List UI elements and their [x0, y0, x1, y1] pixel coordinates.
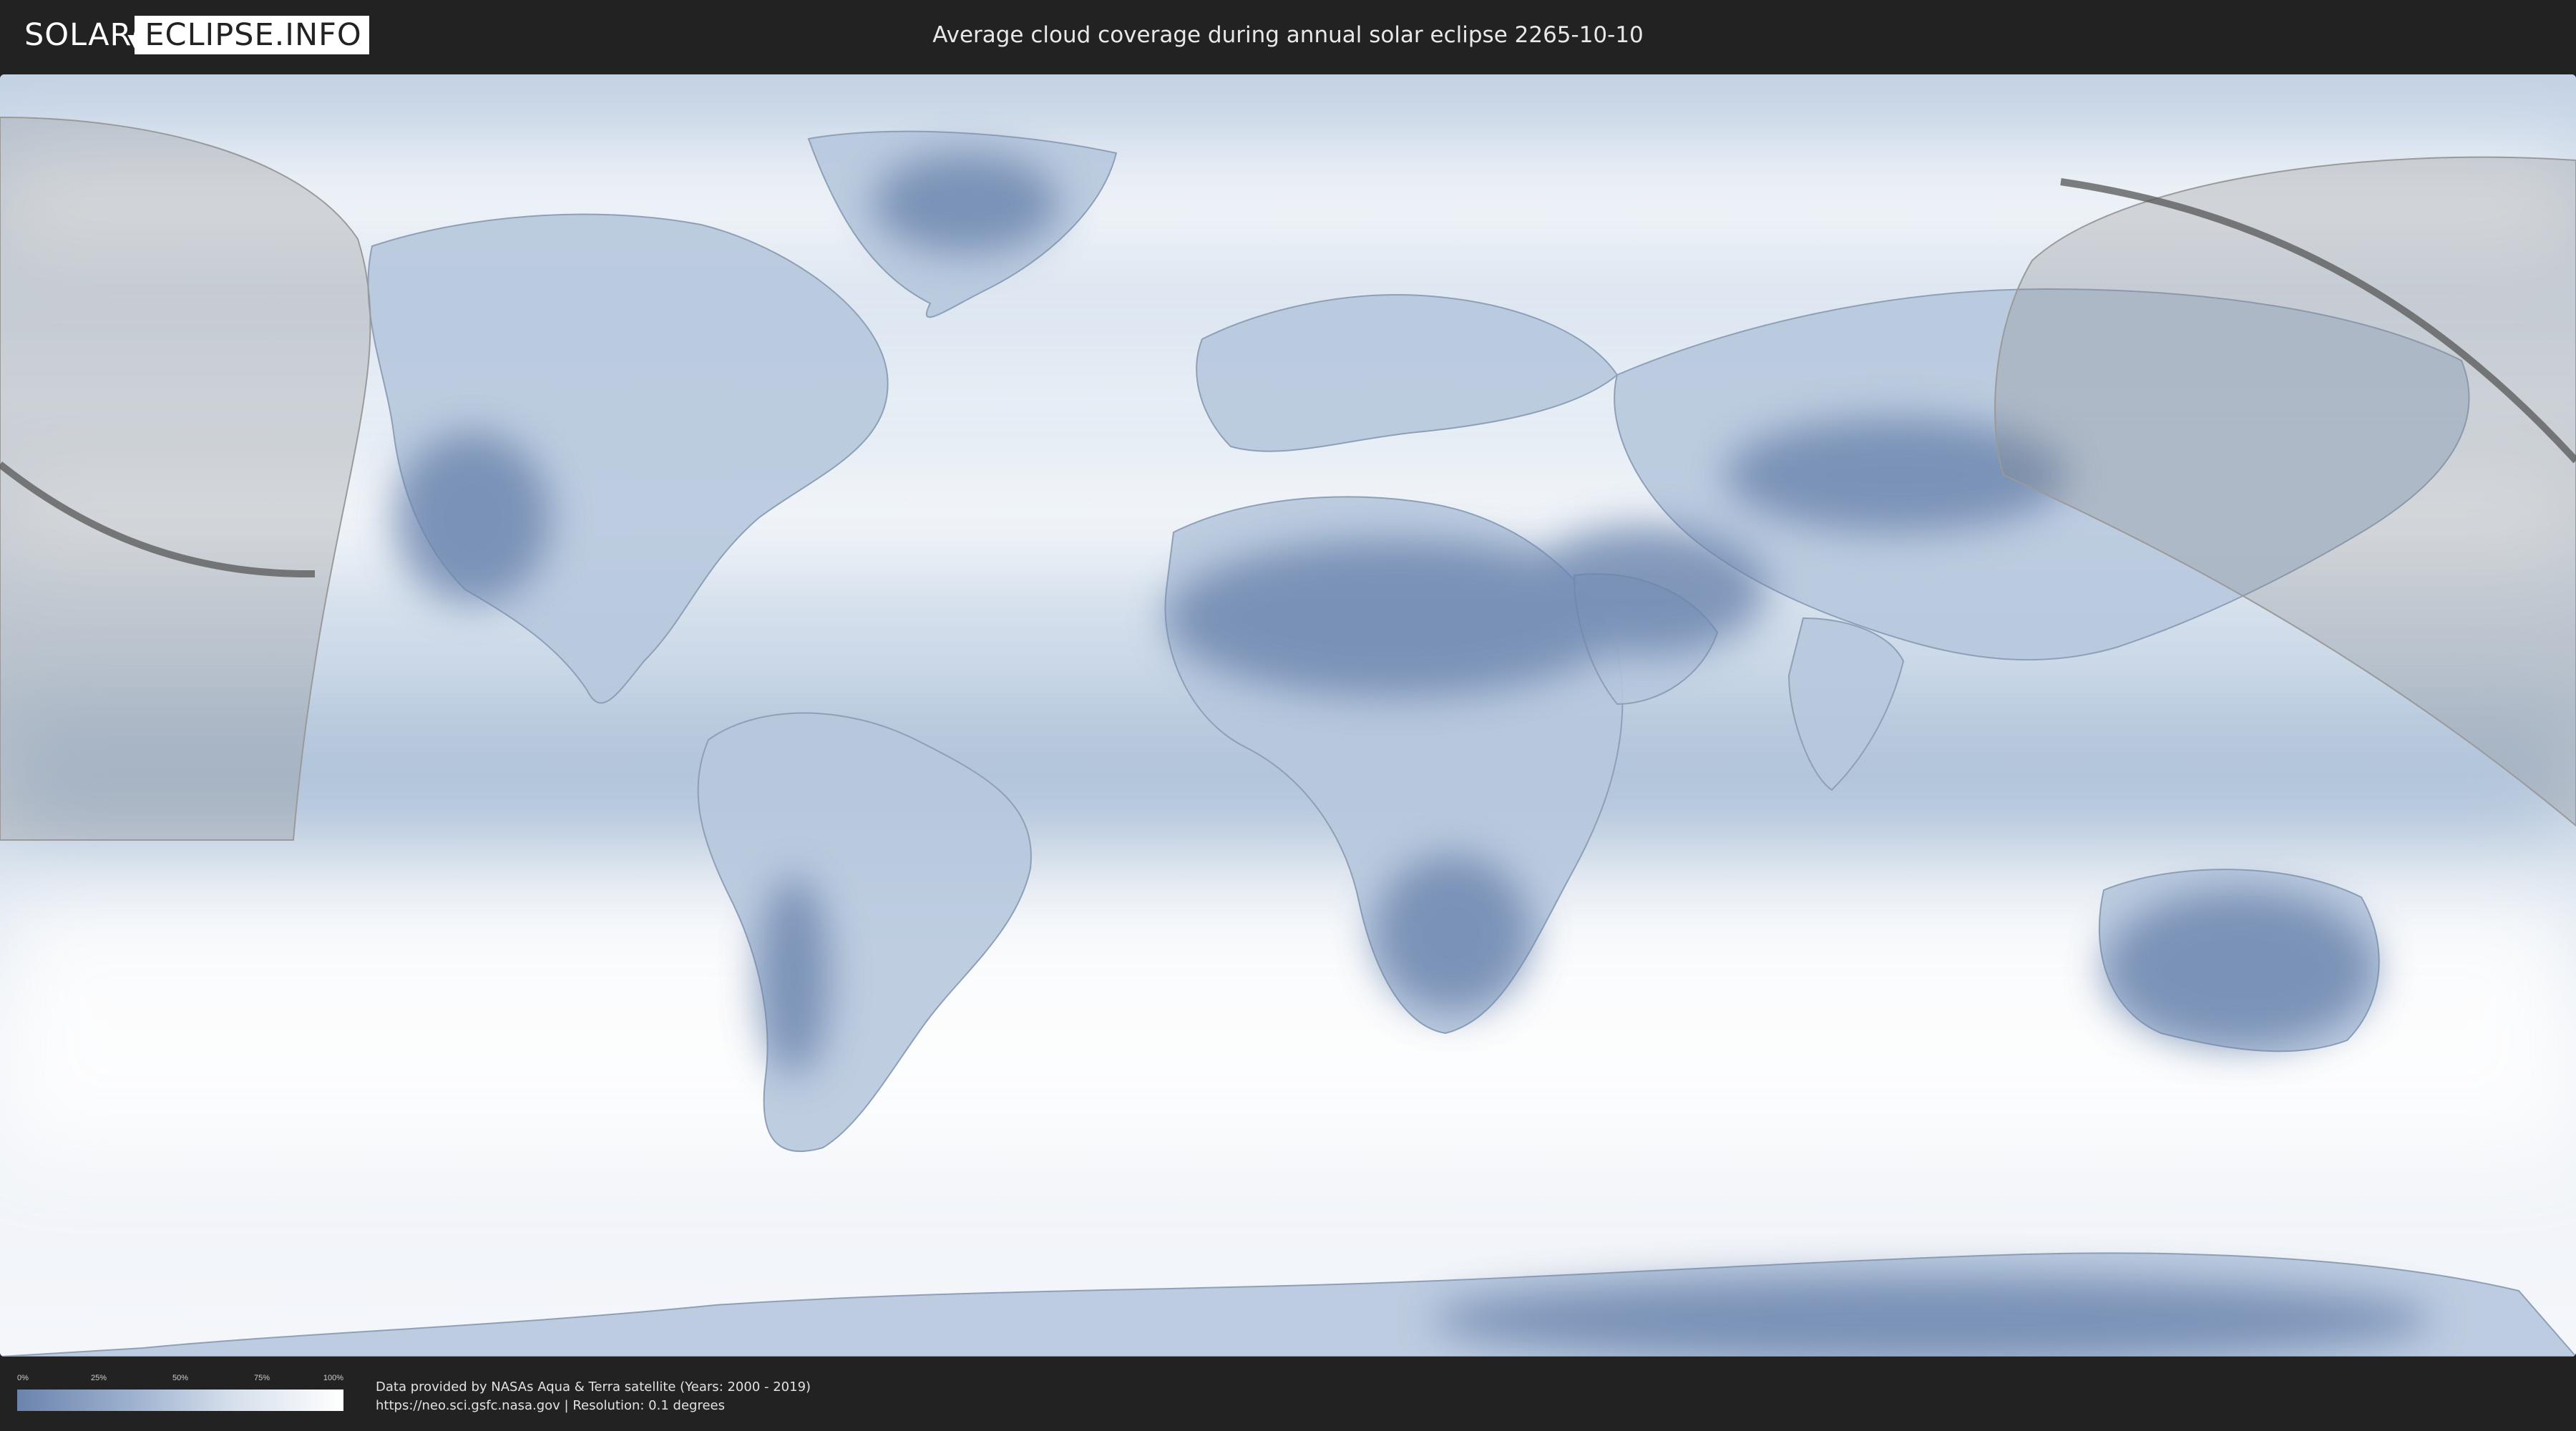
legend-color-ramp [17, 1390, 343, 1411]
legend-tick: 0% [17, 1374, 29, 1382]
legend-tick: 75% [253, 1374, 270, 1382]
attribution-url-line: https://neo.sci.gsfc.nasa.gov | Resoluti… [376, 1398, 725, 1413]
clear-sky-greenland [873, 153, 1059, 253]
legend-tick-labels: 0% 25% 50% 75% 100% [17, 1374, 343, 1385]
header-bar: SOLAR ECLIPSE.INFO Average cloud coverag… [0, 0, 2576, 72]
clear-sky-andes [758, 876, 830, 1076]
legend-tick: 50% [172, 1374, 189, 1382]
clear-sky-western-us [394, 432, 551, 604]
legend-tick: 25% [90, 1374, 107, 1382]
page-title: Average cloud coverage during annual sol… [932, 22, 1644, 48]
cloud-coverage-map [0, 74, 2576, 1357]
cloud-coverage-legend: 0% 25% 50% 75% 100% [17, 1374, 343, 1414]
clear-sky-southern-africa [1374, 854, 1531, 1012]
legend-tick: 100% [323, 1374, 343, 1382]
clear-sky-australia [2104, 890, 2376, 1047]
clear-sky-arabia [1524, 525, 1767, 654]
map-svg [0, 74, 2576, 1357]
data-attribution: Data provided by NASAs Aqua & Terra sate… [376, 1378, 811, 1415]
attribution-source-line: Data provided by NASAs Aqua & Terra sate… [376, 1379, 811, 1395]
